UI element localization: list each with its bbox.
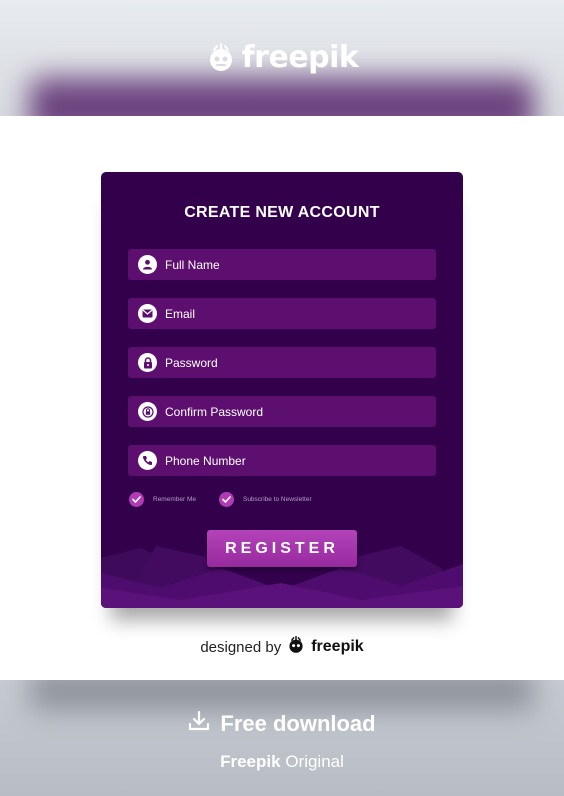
credit-brand[interactable]: freepik — [311, 638, 363, 656]
free-download-button[interactable]: Free download — [0, 710, 564, 737]
envelope-icon — [138, 304, 157, 323]
brand-name: freepik — [241, 40, 359, 75]
user-icon — [138, 255, 157, 274]
original-suffix: Original — [285, 752, 344, 771]
subscribe-newsletter-checkbox[interactable] — [218, 492, 234, 507]
email-field[interactable]: Email — [128, 298, 436, 329]
freepik-mascot-icon — [206, 43, 236, 81]
blurred-preview — [30, 78, 534, 116]
form-title: CREATE NEW ACCOUNT — [184, 204, 380, 221]
original-brand: Freepik — [220, 752, 281, 771]
full-name-field[interactable]: Full Name — [128, 249, 436, 280]
remember-me-checkbox[interactable] — [129, 492, 144, 507]
confirm-password-field[interactable]: Confirm Password — [128, 396, 436, 427]
blurred-preview — [30, 680, 534, 710]
bottom-banner: Free download Freepik Original — [0, 680, 564, 796]
register-button[interactable]: REGISTER — [207, 530, 357, 567]
register-card: CREATE NEW ACCOUNT Full Name Email Passw… — [101, 172, 463, 608]
top-banner: freepik — [0, 0, 564, 116]
options-row: Remember Me Subscribe to Newsletter — [129, 492, 312, 507]
phone-number-field[interactable]: Phone Number — [128, 445, 436, 476]
designer-credit: designed by freepik — [0, 635, 564, 658]
email-placeholder: Email — [165, 306, 196, 321]
subscribe-newsletter-label: Subscribe to Newsletter — [242, 496, 312, 503]
check-icon — [222, 496, 231, 503]
download-icon — [188, 710, 210, 737]
lock-refresh-icon — [138, 402, 157, 421]
password-placeholder: Password — [165, 355, 218, 370]
download-label: Free download — [220, 711, 376, 736]
confirm-password-placeholder: Confirm Password — [165, 404, 264, 419]
phone-icon — [138, 451, 157, 470]
freepik-original-tag: Freepik Original — [0, 752, 564, 772]
phone-number-placeholder: Phone Number — [165, 453, 246, 468]
lock-icon — [138, 353, 157, 372]
password-field[interactable]: Password — [128, 347, 436, 378]
remember-me-label: Remember Me — [153, 496, 196, 503]
preview-sheet: CREATE NEW ACCOUNT Full Name Email Passw… — [0, 116, 564, 680]
check-icon — [132, 496, 141, 503]
freepik-mascot-icon — [287, 635, 305, 658]
credit-prefix: designed by — [200, 638, 282, 656]
brand-logo[interactable]: freepik — [0, 40, 564, 81]
full-name-placeholder: Full Name — [165, 257, 220, 272]
